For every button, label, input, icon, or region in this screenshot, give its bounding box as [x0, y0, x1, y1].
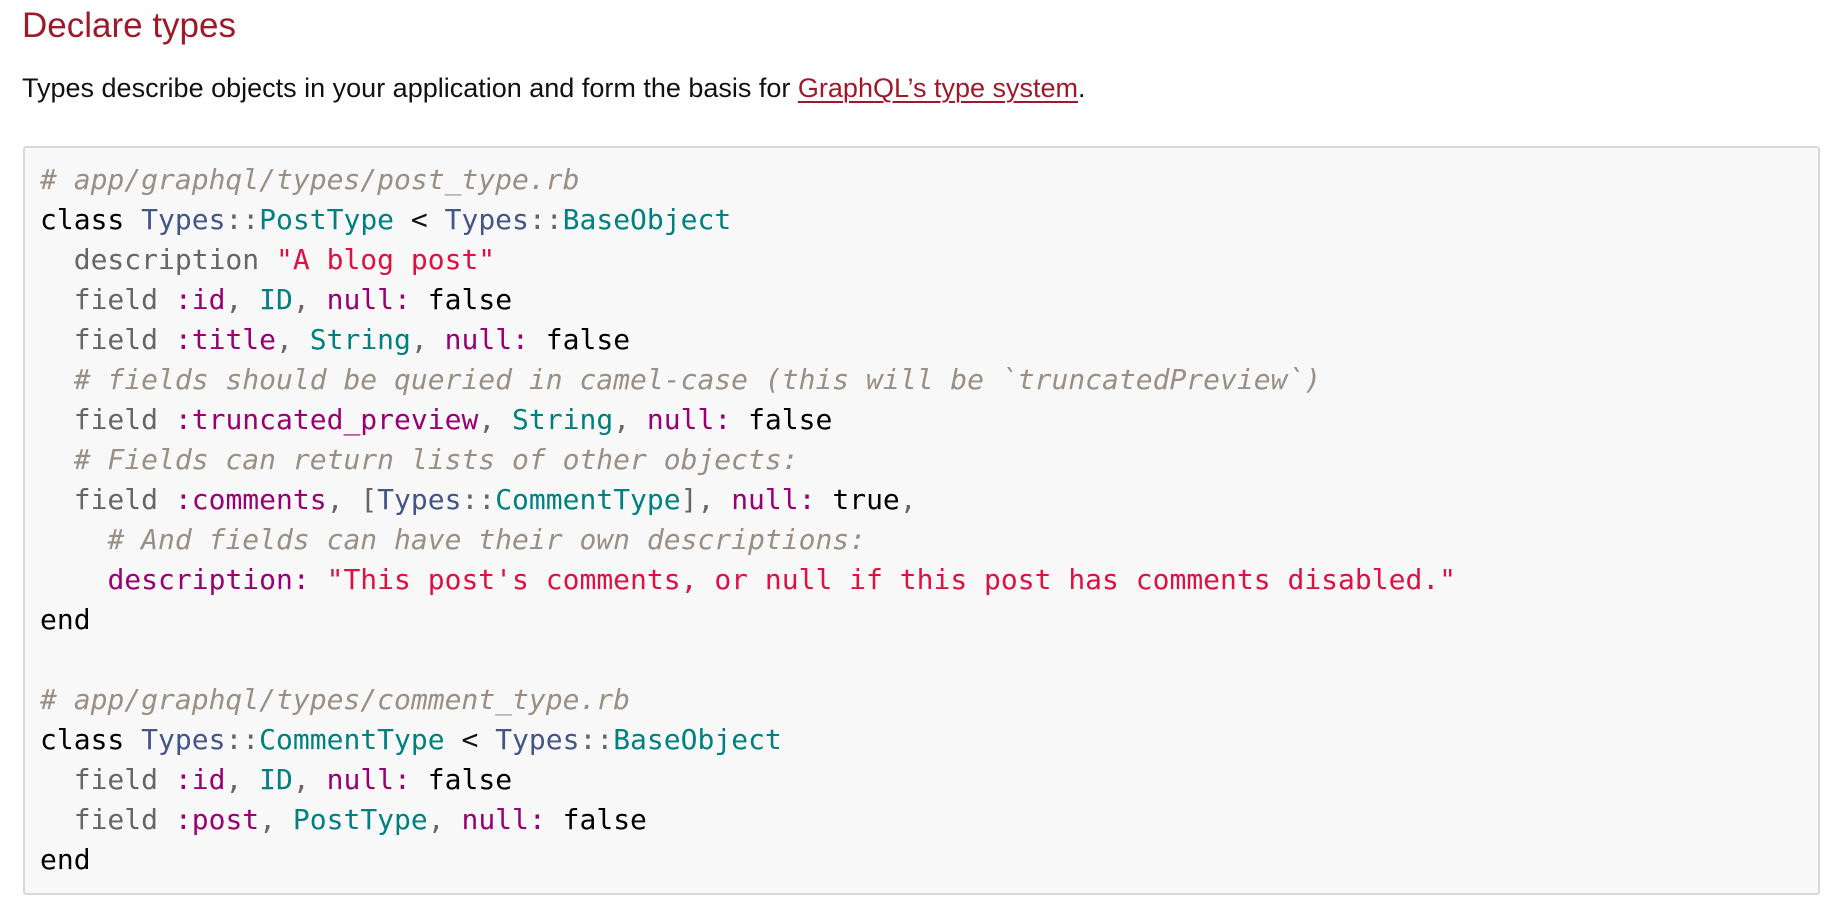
code-content: # app/graphql/types/post_type.rb class T…	[40, 160, 1818, 880]
intro-text-after: .	[1078, 73, 1086, 103]
intro-paragraph: Types describe objects in your applicati…	[22, 69, 1086, 107]
intro-text-before: Types describe objects in your applicati…	[22, 73, 798, 103]
code-line: field :comments, [Types::CommentType], n…	[73, 483, 917, 516]
code-line: # app/graphql/types/comment_type.rb	[40, 683, 631, 716]
code-line: field :title, String, null: false	[73, 323, 631, 356]
code-line: field :post, PostType, null: false	[73, 803, 647, 836]
graphql-type-system-link[interactable]: GraphQL’s type system	[798, 73, 1078, 103]
code-line: class Types::PostType < Types::BaseObjec…	[40, 203, 732, 236]
section-heading: Declare types	[22, 6, 236, 45]
code-line: field :truncated_preview, String, null: …	[73, 403, 833, 436]
code-line: # app/graphql/types/post_type.rb	[40, 163, 580, 196]
code-line: # fields should be queried in camel-case…	[73, 363, 1322, 396]
code-line: # And fields can have their own descript…	[107, 523, 867, 556]
code-line: description: "This post's comments, or n…	[107, 563, 1457, 596]
code-line: class Types::CommentType < Types::BaseOb…	[40, 723, 782, 756]
code-line: field :id, ID, null: false	[73, 763, 513, 796]
code-line: end	[40, 843, 91, 876]
code-block: # app/graphql/types/post_type.rb class T…	[23, 146, 1820, 895]
code-line: end	[40, 603, 91, 636]
code-line: # Fields can return lists of other objec…	[73, 443, 799, 476]
code-line: field :id, ID, null: false	[73, 283, 513, 316]
code-line: description "A blog post"	[73, 243, 496, 276]
